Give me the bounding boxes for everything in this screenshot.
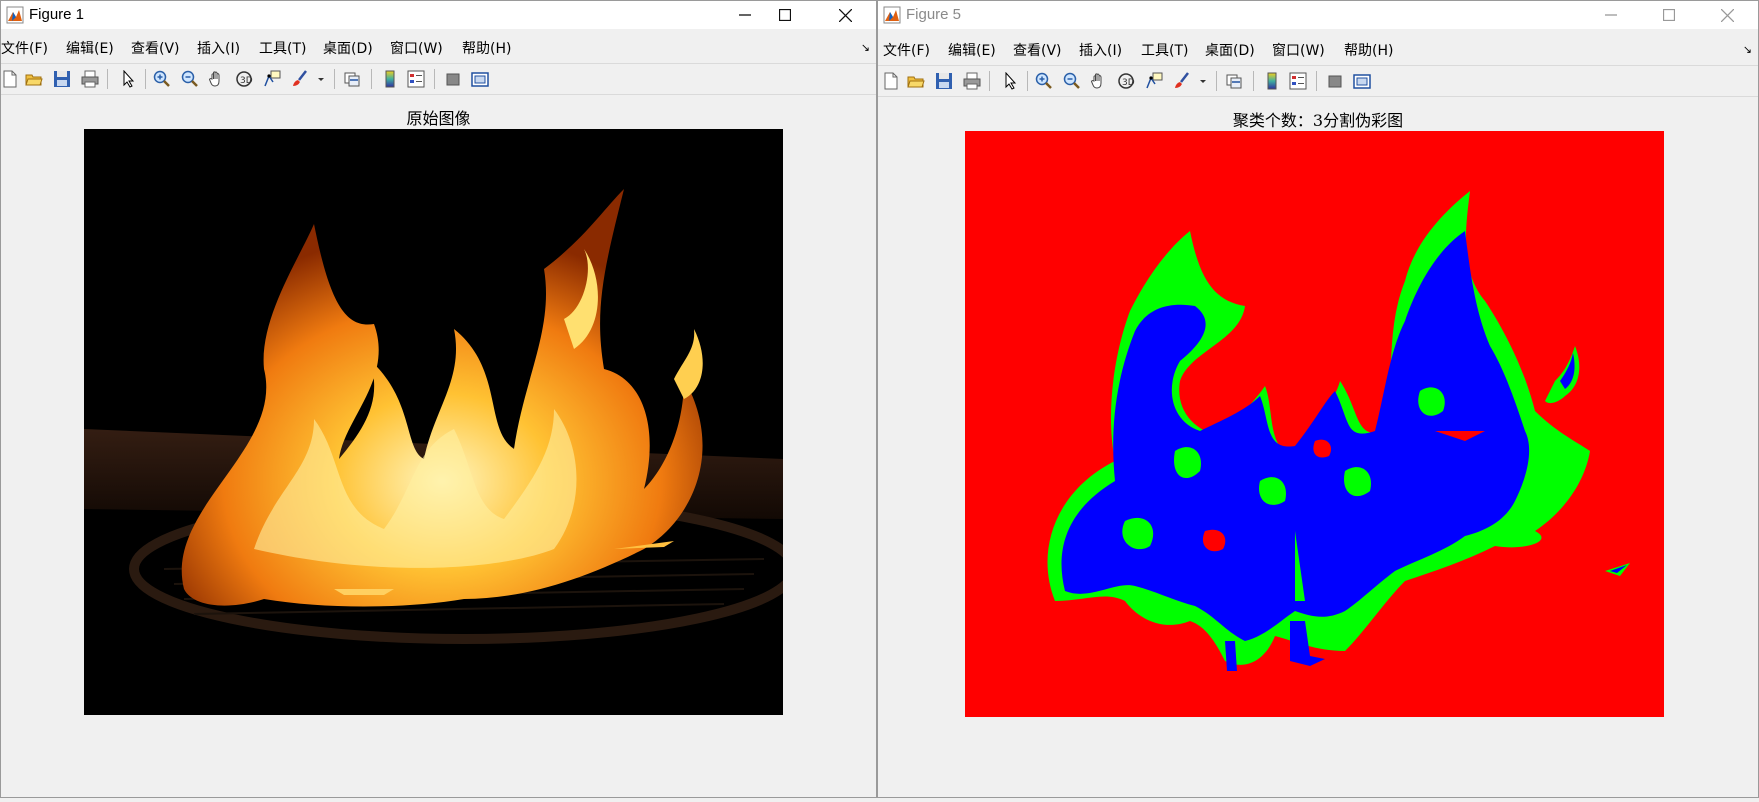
pan-hand-icon[interactable] [208,70,226,88]
print-icon[interactable] [963,72,981,90]
dropdown-arrow-icon[interactable] [317,70,325,88]
legend-icon[interactable] [407,70,425,88]
menu-insert[interactable]: 插入(I) [197,38,240,58]
menu-window[interactable]: 窗口(W) [390,38,443,58]
show-plot-tools-icon[interactable] [1353,72,1371,90]
toolbar-separator [1253,71,1254,91]
minimize-button[interactable] [1582,1,1640,29]
dock-arrow-icon[interactable]: ↘ [1743,43,1752,56]
toolbar-separator [145,69,146,89]
toolbar-separator [334,69,335,89]
toolbar-separator [371,69,372,89]
close-button[interactable] [1698,1,1756,29]
axes-title: 聚类个数：3分割伪彩图 [1232,111,1404,130]
svg-text:3D: 3D [1122,78,1135,88]
zoom-out-icon[interactable] [181,70,199,88]
window-title: Figure 5 [906,6,962,23]
brush-icon[interactable] [1173,72,1191,90]
menu-window[interactable]: 窗口(W) [1272,40,1325,60]
toolbar-separator [107,69,108,89]
menu-tools[interactable]: 工具(T) [259,38,306,58]
rotate-3d-icon[interactable]: 3D [235,70,253,88]
zoom-in-icon[interactable] [1035,72,1053,90]
toolbar-separator [1027,71,1028,91]
open-folder-icon[interactable] [25,70,43,88]
legend-icon[interactable] [1289,72,1307,90]
menu-edit[interactable]: 编辑(E) [66,38,114,58]
figure-toolbar: 3D [878,65,1758,97]
toolbar-separator [1216,71,1217,91]
dropdown-arrow-icon[interactable] [1199,72,1207,90]
matlab-icon [6,6,24,24]
menu-help[interactable]: 帮助(H) [462,38,511,58]
menu-bar: 文件(F) 编辑(E) 查看(V) 插入(I) 工具(T) 桌面(D) 窗口(W… [878,33,1758,63]
menu-edit[interactable]: 编辑(E) [948,40,996,60]
link-plot-icon[interactable] [343,70,361,88]
maximize-button[interactable] [756,1,814,29]
save-icon[interactable] [935,72,953,90]
colorbar-icon[interactable] [1263,72,1281,90]
new-file-icon[interactable] [1,70,19,88]
maximize-button[interactable] [1640,1,1698,29]
menu-view[interactable]: 查看(V) [131,38,180,58]
link-plot-icon[interactable] [1225,72,1243,90]
menu-tools[interactable]: 工具(T) [1141,40,1188,60]
window-title: Figure 1 [29,6,85,23]
toolbar-separator [989,71,990,91]
figure1-window: Figure 1 文件(F) 编辑(E) 查看(V) 插入(I) 工具(T) 桌… [0,0,877,798]
hide-plot-tools-icon[interactable] [444,70,462,88]
menu-view[interactable]: 查看(V) [1013,40,1062,60]
menu-bar: 文件(F) 编辑(E) 查看(V) 插入(I) 工具(T) 桌面(D) 窗口(W… [1,31,876,61]
svg-text:3D: 3D [240,76,253,86]
pan-hand-icon[interactable] [1090,72,1108,90]
zoom-out-icon[interactable] [1063,72,1081,90]
matlab-icon [883,6,901,24]
colorbar-icon[interactable] [381,70,399,88]
axes-title: 原始图像 [406,109,471,128]
figure1-titlebar[interactable]: Figure 1 [1,1,876,29]
data-cursor-icon[interactable] [263,70,281,88]
show-plot-tools-icon[interactable] [471,70,489,88]
toolbar-separator [434,69,435,89]
save-icon[interactable] [53,70,71,88]
hide-plot-tools-icon[interactable] [1326,72,1344,90]
select-arrow-icon[interactable] [1001,72,1019,90]
menu-insert[interactable]: 插入(I) [1079,40,1122,60]
zoom-in-icon[interactable] [153,70,171,88]
new-file-icon[interactable] [882,72,900,90]
open-folder-icon[interactable] [907,72,925,90]
menu-desktop[interactable]: 桌面(D) [1205,40,1255,60]
menu-help[interactable]: 帮助(H) [1344,40,1393,60]
figure-toolbar: 3D [1,63,876,95]
segmentation-image [965,131,1664,717]
data-cursor-icon[interactable] [1145,72,1163,90]
menu-file[interactable]: 文件(F) [1,38,48,58]
dock-arrow-icon[interactable]: ↘ [861,41,870,54]
original-image [84,129,783,715]
close-button[interactable] [816,1,874,29]
toolbar-separator [1316,71,1317,91]
select-arrow-icon[interactable] [119,70,137,88]
menu-file[interactable]: 文件(F) [883,40,930,60]
rotate-3d-icon[interactable]: 3D [1117,72,1135,90]
brush-icon[interactable] [291,70,309,88]
figure5-window: Figure 5 文件(F) 编辑(E) 查看(V) 插入(I) 工具(T) 桌… [877,0,1759,798]
menu-desktop[interactable]: 桌面(D) [323,38,373,58]
print-icon[interactable] [81,70,99,88]
figure5-titlebar[interactable]: Figure 5 [878,1,1758,29]
